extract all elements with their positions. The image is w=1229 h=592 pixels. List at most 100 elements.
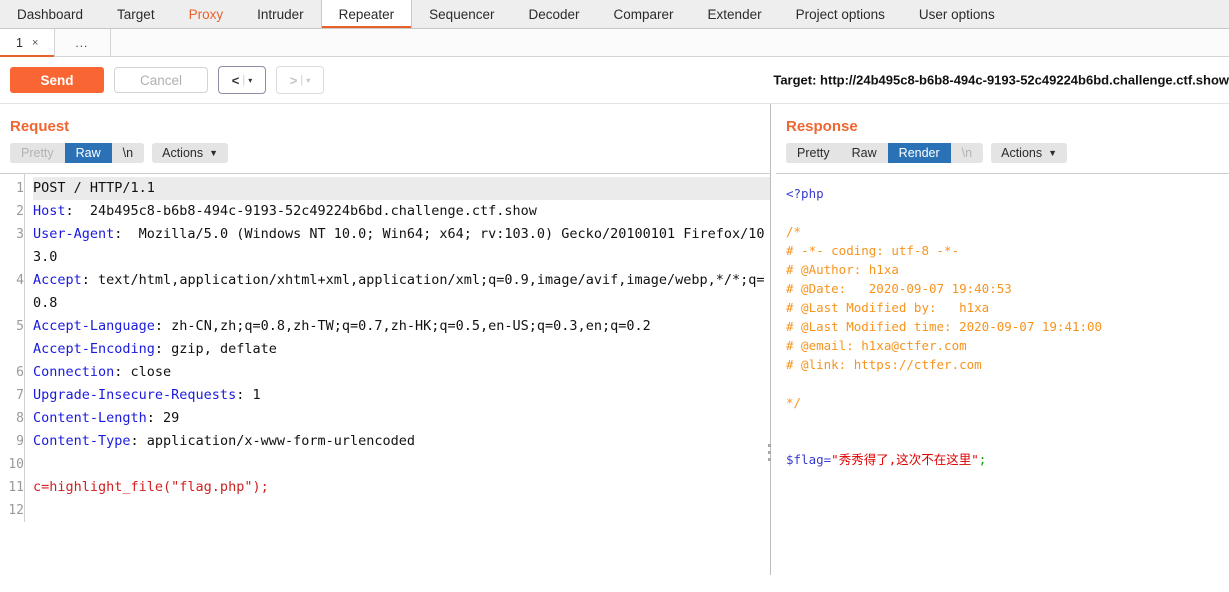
sub-tab-more-button[interactable]: ... xyxy=(55,29,112,56)
request-view-tab-raw[interactable]: Raw xyxy=(64,143,112,163)
line-number-continuation: . xyxy=(0,246,24,269)
main-tab-repeater[interactable]: Repeater xyxy=(320,0,413,28)
php-comment-line: */ xyxy=(786,395,802,410)
chevron-right-icon: > xyxy=(289,72,298,88)
response-view-tab-n: \n xyxy=(950,143,984,163)
header-value: : 29 xyxy=(146,410,180,426)
response-view-tab-render[interactable]: Render xyxy=(887,143,951,163)
header-value: : Mozilla/5.0 (Windows NT 10.0; Win64; x… xyxy=(33,226,765,265)
header-name: Content-Length xyxy=(33,410,147,426)
request-view-tab-pretty: Pretty xyxy=(10,143,65,163)
request-raw-text[interactable]: POST / HTTP/1.1 Host: 24b495c8-b6b8-494c-… xyxy=(25,174,770,522)
main-tab-proxy[interactable]: Proxy xyxy=(172,0,241,28)
line-number-continuation: . xyxy=(0,338,24,361)
php-comment-line: # @Author: h1xa xyxy=(786,262,899,277)
main-tab-dashboard[interactable]: Dashboard xyxy=(0,0,100,28)
line-number: 8 xyxy=(16,411,24,426)
chevron-left-icon: < xyxy=(231,72,240,88)
request-line: Content-Type: application/x-www-form-url… xyxy=(33,430,770,453)
line-number: 6 xyxy=(16,365,24,380)
header-name: Upgrade-Insecure-Requests xyxy=(33,387,237,403)
line-number-continuation: . xyxy=(0,292,24,315)
header-value: POST / HTTP/1.1 xyxy=(33,180,155,196)
response-line: <?php xyxy=(786,184,1229,203)
cancel-button: Cancel xyxy=(114,67,208,93)
response-view-tab-raw[interactable]: Raw xyxy=(840,143,888,163)
response-line xyxy=(786,412,1229,431)
php-open-tag: <?php xyxy=(786,186,824,201)
send-button[interactable]: Send xyxy=(10,67,104,93)
header-name: Accept-Encoding xyxy=(33,341,155,357)
close-icon[interactable]: × xyxy=(32,37,38,49)
main-tab-label: User options xyxy=(918,6,995,22)
main-tab-extender[interactable]: Extender xyxy=(691,0,779,28)
response-line: $flag="秀秀得了,这次不在这里"; xyxy=(786,450,1229,469)
header-name: Host xyxy=(33,203,66,219)
response-line: */ xyxy=(786,393,1229,412)
line-number: 10 xyxy=(8,457,24,472)
request-line: POST / HTTP/1.1 xyxy=(33,177,770,200)
request-line: Accept: text/html,application/xhtml+xml,… xyxy=(33,269,770,315)
request-actions-label: Actions xyxy=(162,146,204,160)
response-line: # -*- coding: utf-8 -*- xyxy=(786,241,1229,260)
line-number: 12 xyxy=(8,503,24,518)
request-line: Accept-Encoding: gzip, deflate xyxy=(33,338,770,361)
chevron-down-icon: ▾ xyxy=(306,75,311,85)
request-pane: Request PrettyRaw\n Actions ▼ 123.4.5.67… xyxy=(0,104,770,575)
line-number: 2 xyxy=(16,204,24,219)
chevron-down-icon[interactable]: ▾ xyxy=(248,76,252,85)
request-editor[interactable]: 123.4.5.6789101112 POST / HTTP/1.1Host: … xyxy=(0,173,770,575)
request-line: Upgrade-Insecure-Requests: 1 xyxy=(33,384,770,407)
go-forward-button: > | ▾ xyxy=(276,66,324,94)
request-view-controls: Pretty Raw \n Actions ▼ xyxy=(0,143,770,173)
target-url-label: Target: http://24b495c8-b6b8-494c-9193-5… xyxy=(773,72,1229,88)
response-view-tab-pretty[interactable]: Pretty xyxy=(786,143,841,163)
repeater-sub-tab-bar: 1 × ... xyxy=(0,29,1229,57)
php-string-value: "秀秀得了,这次不在这里" xyxy=(831,452,979,467)
go-back-button[interactable]: < | ▾ xyxy=(218,66,266,94)
button-divider: | xyxy=(300,74,304,86)
sub-tab-1[interactable]: 1 × xyxy=(0,29,56,57)
main-tab-user-options[interactable]: User options xyxy=(902,0,1012,28)
request-line: User-Agent: Mozilla/5.0 (Windows NT 10.0… xyxy=(33,223,770,269)
php-semicolon: ; xyxy=(978,452,987,467)
php-comment-line: /* xyxy=(786,224,802,239)
response-actions-button[interactable]: Actions ▼ xyxy=(991,143,1068,163)
main-tab-label: Target xyxy=(117,6,155,22)
line-number: 4 xyxy=(16,273,24,288)
line-number: 5 xyxy=(16,319,24,334)
response-line: # @Last Modified time: 2020-09-07 19:41:… xyxy=(786,317,1229,336)
response-line: # @Date: 2020-09-07 19:40:53 xyxy=(786,279,1229,298)
php-comment-line: # @email: h1xa@ctfer.com xyxy=(786,338,967,353)
request-line: c=highlight_file("flag.php"); xyxy=(33,476,770,499)
request-view-tab-n[interactable]: \n xyxy=(111,143,145,163)
main-tab-label: Proxy xyxy=(188,6,224,22)
main-tab-intruder[interactable]: Intruder xyxy=(240,0,321,28)
chevron-down-icon: ▼ xyxy=(1048,148,1058,158)
response-line: # @Last Modified by: h1xa xyxy=(786,298,1229,317)
request-actions-button[interactable]: Actions ▼ xyxy=(152,143,229,163)
line-number: 3 xyxy=(16,227,24,242)
main-tab-bar: Dashboard Target Proxy Intruder Repeater Sequ… xyxy=(0,0,1229,29)
main-tab-comparer[interactable]: Comparer xyxy=(597,0,691,28)
sub-tab-label: 1 xyxy=(16,35,23,50)
chevron-down-icon: ▼ xyxy=(209,148,219,158)
response-pane: Response Pretty Raw Render \n Actions ▼ <?p… xyxy=(776,104,1229,575)
main-tab-target[interactable]: Target xyxy=(100,0,172,28)
php-comment-line: # @Date: 2020-09-07 19:40:53 xyxy=(786,281,1012,296)
request-view-tabs: Pretty Raw \n xyxy=(10,143,145,163)
response-render-view[interactable]: <?php /* # -*- coding: utf-8 -*- # @Author… xyxy=(776,173,1229,575)
request-line xyxy=(33,453,770,476)
response-line: # @link: https://ctfer.com xyxy=(786,355,1229,374)
response-line: # @email: h1xa@ctfer.com xyxy=(786,336,1229,355)
main-tab-sequencer[interactable]: Sequencer xyxy=(412,0,511,28)
main-tab-label: Decoder xyxy=(528,6,580,22)
main-tab-decoder[interactable]: Decoder xyxy=(511,0,596,28)
header-value: : 24b495c8-b6b8-494c-9193-52c49224b6bd.c… xyxy=(65,203,537,219)
main-tab-label: Repeater xyxy=(338,6,395,22)
line-number: 9 xyxy=(16,434,24,449)
php-comment-line: # @Last Modified by: h1xa xyxy=(786,300,990,315)
php-comment-line: # @Last Modified time: 2020-09-07 19:41:… xyxy=(786,319,1103,334)
button-divider: | xyxy=(242,74,246,86)
main-tab-project-options[interactable]: Project options xyxy=(779,0,902,28)
